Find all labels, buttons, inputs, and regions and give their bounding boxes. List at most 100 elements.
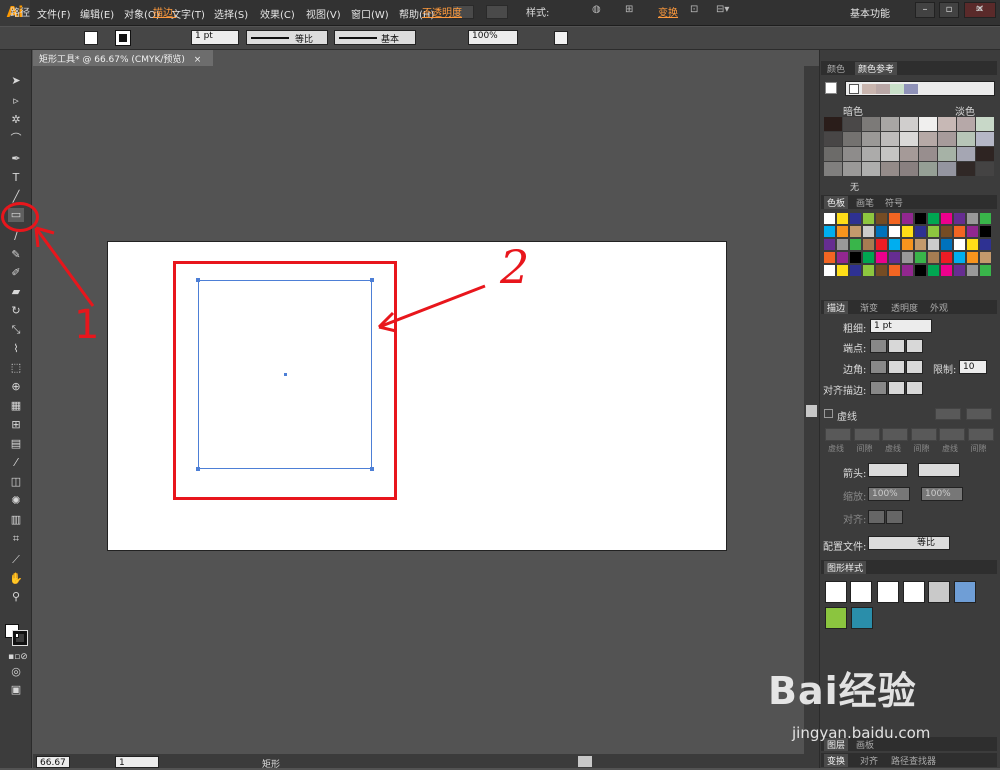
start-arrow-dropdown[interactable] [868, 463, 908, 477]
swatch[interactable] [850, 265, 861, 276]
swatch[interactable] [967, 213, 978, 224]
swatch[interactable] [967, 252, 978, 263]
arrow-place-button[interactable] [886, 510, 903, 524]
color-guide-swatch[interactable] [843, 162, 861, 176]
color-guide-swatch[interactable] [881, 117, 899, 131]
color-guide-swatch[interactable] [938, 117, 956, 131]
swatch[interactable] [941, 213, 952, 224]
color-guide-swatch[interactable] [843, 117, 861, 131]
swatch[interactable] [902, 239, 913, 250]
arrow-extend-button[interactable] [868, 510, 885, 524]
swatch[interactable] [837, 239, 848, 250]
stroke-weight-input[interactable]: 1 pt [870, 319, 932, 333]
harmony-rules-dropdown[interactable] [845, 81, 995, 96]
swatch[interactable] [928, 239, 939, 250]
color-guide-swatch[interactable] [976, 132, 994, 146]
swatch[interactable] [954, 226, 965, 237]
swatch[interactable] [941, 226, 952, 237]
swatch[interactable] [967, 239, 978, 250]
color-guide-swatch[interactable] [843, 132, 861, 146]
swatch[interactable] [850, 252, 861, 263]
color-guide-swatch[interactable] [824, 162, 842, 176]
swatch[interactable] [915, 226, 926, 237]
color-guide-grid[interactable] [824, 117, 995, 177]
swatch[interactable] [850, 239, 861, 250]
swatch-grid[interactable] [824, 213, 994, 283]
graphic-style-teal[interactable] [851, 607, 873, 629]
swatch[interactable] [980, 265, 991, 276]
color-guide-swatch[interactable] [881, 147, 899, 161]
dash-gap-field[interactable] [882, 428, 908, 441]
swatch[interactable] [902, 213, 913, 224]
dash-gap-field[interactable] [967, 428, 994, 441]
color-guide-swatch[interactable] [881, 132, 899, 146]
artboard-number-field[interactable]: 1 [115, 756, 159, 768]
align-center-button[interactable] [870, 381, 887, 395]
color-guide-swatch[interactable] [957, 162, 975, 176]
swatch[interactable] [902, 252, 913, 263]
dash-gap-field[interactable] [939, 428, 965, 441]
graphic-style-white[interactable] [877, 581, 899, 603]
graphic-style-slash[interactable] [903, 581, 925, 603]
tab-transform[interactable]: 变换 [824, 754, 849, 767]
swatch[interactable] [902, 265, 913, 276]
miter-limit-input[interactable]: 10 [959, 360, 987, 374]
swatch[interactable] [876, 265, 887, 276]
end-scale-input[interactable]: 100% [921, 487, 963, 501]
round-cap-button[interactable] [888, 339, 905, 353]
swatch[interactable] [941, 252, 952, 263]
tab-stroke[interactable]: 描边 [824, 301, 849, 314]
end-arrow-dropdown[interactable] [918, 463, 960, 477]
swatch[interactable] [928, 265, 939, 276]
swatch[interactable] [824, 226, 835, 237]
color-guide-swatch[interactable] [919, 132, 937, 146]
swatch[interactable] [876, 252, 887, 263]
dash-align-corners-button[interactable] [935, 408, 961, 420]
swatch[interactable] [954, 239, 965, 250]
swatch[interactable] [954, 252, 965, 263]
swatch[interactable] [876, 239, 887, 250]
swatch[interactable] [941, 265, 952, 276]
color-guide-swatch[interactable] [900, 162, 918, 176]
color-guide-swatch[interactable] [862, 147, 880, 161]
swatch[interactable] [902, 226, 913, 237]
tab-transparency[interactable]: 透明度 [888, 301, 921, 314]
color-guide-swatch[interactable] [900, 147, 918, 161]
align-outside-button[interactable] [906, 381, 923, 395]
swatch[interactable] [954, 213, 965, 224]
graphic-style-gray[interactable] [928, 581, 950, 603]
projecting-cap-button[interactable] [906, 339, 923, 353]
color-guide-swatch[interactable] [957, 147, 975, 161]
tab-gradient[interactable]: 渐变 [857, 301, 881, 314]
swatch[interactable] [863, 226, 874, 237]
swatch[interactable] [915, 265, 926, 276]
dash-gap-field[interactable] [853, 428, 880, 441]
tab-swatches[interactable]: 色板 [824, 196, 849, 209]
color-guide-swatch[interactable] [862, 117, 880, 131]
swatch[interactable] [980, 252, 991, 263]
miter-join-button[interactable] [870, 360, 887, 374]
color-guide-swatch[interactable] [862, 132, 880, 146]
zoom-field[interactable]: 66.67 [36, 756, 70, 768]
round-join-button[interactable] [888, 360, 905, 374]
swatch[interactable] [837, 226, 848, 237]
swatch[interactable] [954, 265, 965, 276]
swatch[interactable] [889, 265, 900, 276]
swatch[interactable] [915, 239, 926, 250]
color-guide-swatch[interactable] [919, 117, 937, 131]
swatch[interactable] [941, 239, 952, 250]
tab-align[interactable]: 对齐 [857, 754, 881, 767]
swatch[interactable] [837, 252, 848, 263]
tab-brushes[interactable]: 画笔 [853, 196, 877, 209]
swatch[interactable] [889, 226, 900, 237]
dash-preserve-button[interactable] [966, 408, 992, 420]
graphic-style-none[interactable] [850, 581, 872, 603]
swatch[interactable] [967, 226, 978, 237]
start-scale-input[interactable]: 100% [868, 487, 910, 501]
color-guide-swatch[interactable] [919, 162, 937, 176]
dash-gap-field[interactable] [825, 428, 851, 441]
align-inside-button[interactable] [888, 381, 905, 395]
swatch[interactable] [889, 252, 900, 263]
swatch[interactable] [863, 213, 874, 224]
swatch[interactable] [837, 265, 848, 276]
